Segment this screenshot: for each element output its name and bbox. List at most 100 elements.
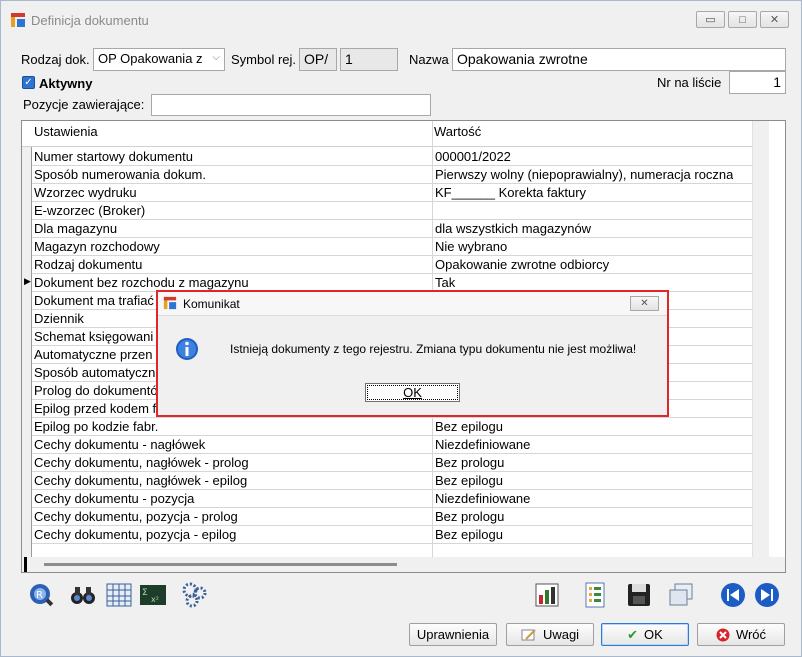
table-row[interactable]: Cechy dokumentu, nagłówek - prolog Bez pr…: [32, 454, 769, 472]
minimize-button[interactable]: ▭: [696, 11, 725, 28]
dialog-message: Istnieją dokumenty z tego rejestru. Zmia…: [230, 342, 637, 356]
table-row[interactable]: Numer startowy dokumentu 000001/2022: [32, 148, 769, 166]
table-row[interactable]: Rodzaj dokumentu Opakowanie zwrotne odbio…: [32, 256, 769, 274]
ok-button[interactable]: ✔ OK: [601, 623, 689, 646]
uwagi-button[interactable]: Uwagi: [506, 623, 594, 646]
setting-value-cell[interactable]: Bez epilogu: [435, 473, 503, 488]
gears-icon[interactable]: [181, 581, 209, 609]
close-icon: ✕: [640, 298, 649, 309]
nazwa-field[interactable]: Opakowania zwrotne: [452, 48, 786, 71]
dialog-ok-button[interactable]: OK: [365, 383, 460, 402]
dialog-close-button[interactable]: ✕: [630, 296, 659, 311]
setting-value-cell[interactable]: Bez epilogu: [435, 419, 503, 434]
next-icon[interactable]: [753, 581, 781, 609]
title-bar: Definicja dokumentu ▭ □ ✕: [1, 1, 801, 39]
maximize-icon: □: [739, 13, 746, 26]
grid-header: Ustawienia Wartość: [22, 121, 769, 147]
setting-name-cell[interactable]: Epilog po kodzie fabr.: [34, 419, 432, 434]
table-row[interactable]: Magazyn rozchodowy Nie wybrano: [32, 238, 769, 256]
setting-name-cell[interactable]: Cechy dokumentu, nagłówek - prolog: [34, 455, 432, 470]
nr-na-liscie-label: Nr na liście: [657, 75, 722, 90]
column-header-settings[interactable]: Ustawienia: [34, 124, 98, 139]
previous-icon[interactable]: [719, 581, 747, 609]
setting-value-cell[interactable]: Bez epilogu: [435, 527, 503, 542]
table-row[interactable]: Sposób numerowania dokum. Pierwszy wolny …: [32, 166, 769, 184]
setting-value-cell[interactable]: KF______ Korekta faktury: [435, 185, 586, 200]
setting-value-cell[interactable]: Niezdefiniowane: [435, 437, 530, 452]
calculator-grid-icon[interactable]: [105, 581, 133, 609]
setting-value-cell[interactable]: Opakowanie zwrotne odbiorcy: [435, 257, 609, 272]
table-row[interactable]: Cechy dokumentu - pozycja Niezdefiniowane: [32, 490, 769, 508]
chevron-down-icon: ⌵: [212, 52, 220, 63]
vertical-scrollbar[interactable]: [752, 121, 769, 558]
setting-name-cell[interactable]: Rodzaj dokumentu: [34, 257, 432, 272]
svg-text:x²: x²: [151, 595, 159, 604]
document-list-icon[interactable]: [581, 581, 609, 609]
uprawnienia-button-label: Uprawnienia: [416, 627, 490, 642]
bar-chart-icon[interactable]: [533, 581, 561, 609]
uwagi-button-label: Uwagi: [542, 627, 580, 642]
setting-value-cell[interactable]: 000001/2022: [435, 149, 511, 164]
setting-name-cell[interactable]: Wzorzec wydruku: [34, 185, 432, 200]
uprawnienia-button[interactable]: Uprawnienia: [409, 623, 497, 646]
table-row[interactable]: Cechy dokumentu, pozycja - prolog Bez pro…: [32, 508, 769, 526]
symbol-number-field[interactable]: 1: [340, 48, 398, 71]
setting-name-cell[interactable]: E-wzorzec (Broker): [34, 203, 432, 218]
message-dialog: Komunikat ✕ Istnieją dokumenty z tego re…: [156, 290, 669, 417]
setting-name-cell[interactable]: Cechy dokumentu - nagłówek: [34, 437, 432, 452]
wroc-button-label: Wróć: [735, 627, 767, 642]
horizontal-scrollbar[interactable]: [22, 557, 785, 572]
close-button[interactable]: ✕: [760, 11, 789, 28]
pozycje-field[interactable]: [151, 94, 431, 116]
aktywny-checkbox[interactable]: ✓: [22, 76, 35, 89]
symbol-label: Symbol rej.: [231, 52, 297, 67]
rodzaj-select-value: OP Opakowania z: [98, 51, 203, 66]
document-definition-window: Definicja dokumentu ▭ □ ✕ Rodzaj dok. OP…: [0, 0, 802, 657]
setting-value-cell[interactable]: Bez prologu: [435, 455, 504, 470]
setting-name-cell[interactable]: Cechy dokumentu, nagłówek - epilog: [34, 473, 432, 488]
table-row[interactable]: Wzorzec wydruku KF______ Korekta faktury: [32, 184, 769, 202]
close-icon: ✕: [769, 14, 780, 26]
info-icon: [176, 338, 198, 360]
nr-na-liscie-field[interactable]: 1: [729, 71, 786, 94]
setting-name-cell[interactable]: Cechy dokumentu, pozycja - prolog: [34, 509, 432, 524]
table-row[interactable]: Epilog po kodzie fabr. Bez epilogu: [32, 418, 769, 436]
app-logo-icon: [163, 296, 177, 310]
table-row[interactable]: Cechy dokumentu, pozycja - epilog Bez epi…: [32, 526, 769, 544]
setting-name-cell[interactable]: Magazyn rozchodowy: [34, 239, 432, 254]
setting-name-cell[interactable]: Sposób numerowania dokum.: [34, 167, 432, 182]
setting-name-cell[interactable]: Cechy dokumentu - pozycja: [34, 491, 432, 506]
scrollbar-thumb[interactable]: [44, 563, 397, 566]
table-row[interactable]: E-wzorzec (Broker): [32, 202, 769, 220]
binoculars-icon[interactable]: [69, 581, 97, 609]
setting-name-cell[interactable]: Dokument bez rozchodu z magazynu: [34, 275, 432, 290]
window-title: Definicja dokumentu: [31, 13, 149, 28]
scrollbar-left-cap: [24, 557, 27, 572]
column-header-value[interactable]: Wartość: [434, 124, 481, 139]
table-row[interactable]: Dla magazynu dla wszystkich magazynów: [32, 220, 769, 238]
setting-name-cell[interactable]: Numer startowy dokumentu: [34, 149, 432, 164]
setting-value-cell[interactable]: Tak: [435, 275, 455, 290]
symbol-prefix-field[interactable]: OP/: [299, 48, 337, 71]
setting-value-cell[interactable]: Pierwszy wolny (niepoprawialny), numerac…: [435, 167, 733, 182]
table-row[interactable]: Cechy dokumentu, nagłówek - epilog Bez ep…: [32, 472, 769, 490]
nazwa-label: Nazwa: [409, 52, 449, 67]
setting-value-cell[interactable]: Niezdefiniowane: [435, 491, 530, 506]
note-pencil-icon: [521, 628, 536, 640]
setting-name-cell[interactable]: Cechy dokumentu, pozycja - epilog: [34, 527, 432, 542]
maximize-button[interactable]: □: [728, 11, 757, 28]
copy-windows-icon[interactable]: [667, 581, 695, 609]
formula-icon[interactable]: Σ x²: [139, 581, 167, 609]
setting-value-cell[interactable]: dla wszystkich magazynów: [435, 221, 591, 236]
checkmark-icon: ✓: [24, 77, 33, 88]
svg-text:Σ: Σ: [142, 588, 148, 598]
rodzaj-select[interactable]: OP Opakowania z ⌵: [93, 48, 225, 71]
checkmark-green-icon: ✔: [627, 626, 639, 642]
search-zoom-icon[interactable]: R: [27, 581, 55, 609]
save-icon[interactable]: [625, 581, 653, 609]
wroc-button[interactable]: Wróć: [697, 623, 785, 646]
table-row[interactable]: Cechy dokumentu - nagłówek Niezdefiniowan…: [32, 436, 769, 454]
setting-value-cell[interactable]: Nie wybrano: [435, 239, 507, 254]
setting-name-cell[interactable]: Dla magazynu: [34, 221, 432, 236]
setting-value-cell[interactable]: Bez prologu: [435, 509, 504, 524]
